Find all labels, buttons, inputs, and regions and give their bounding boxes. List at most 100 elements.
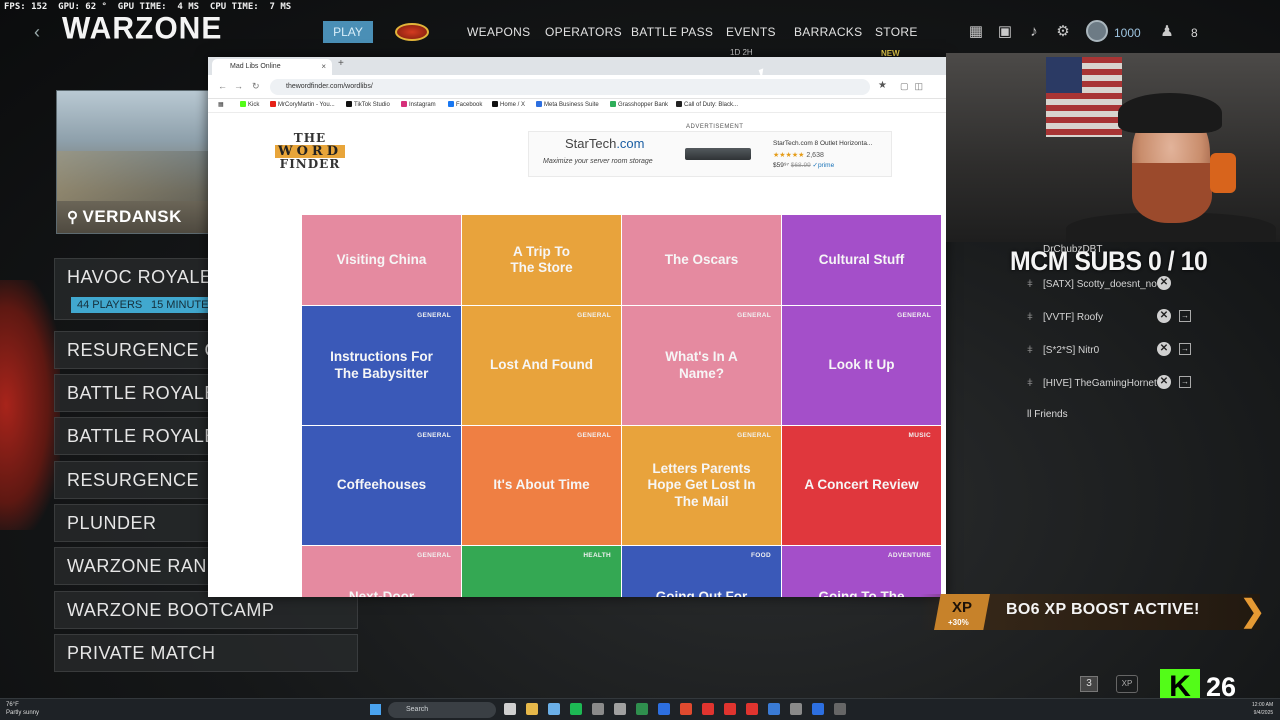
map-label: ⚲ VERDANSK [67,207,182,227]
friend-row[interactable]: ǂ [VVTF] Roofy ✕ → [1027,307,1193,329]
bookmark-star-icon[interactable]: ★ [878,80,887,91]
party-icon[interactable]: ♟ [1158,23,1176,41]
settings-gear-icon[interactable]: ⚙ [1054,23,1072,41]
mode-label: PRIVATE MATCH [67,643,216,663]
map-name: VERDANSK [82,207,182,226]
all-friends-link[interactable]: ll Friends [1027,409,1068,420]
taskbar-app-icon[interactable] [504,703,516,715]
tab-title: Mad Libs Online [230,63,281,70]
tab-store[interactable]: STORE [875,25,918,39]
weather-widget[interactable]: 76°F Partly sunny [6,701,39,717]
bookmark-item[interactable]: Instagram [401,101,436,108]
cod-points-icon[interactable] [1086,20,1108,42]
invite-icon[interactable]: → [1179,376,1191,388]
taskbar-app-icon[interactable] [702,703,714,715]
story-tile[interactable]: Cellular PhonesHEALTH [462,546,621,597]
tab-play[interactable]: PLAY [323,21,373,43]
forward-icon[interactable]: → [234,81,243,91]
story-tile[interactable]: Coffeehouses GENERAL [302,426,461,545]
friend-row[interactable]: ǂ [HIVE] TheGamingHornet ✕ → [1027,373,1193,395]
back-arrow-icon[interactable]: ‹ [26,22,48,42]
story-tile[interactable]: What's In A Name? GENERAL [622,306,781,425]
bookmark-item[interactable]: Home / X [492,101,525,108]
taskbar-app-icon[interactable] [658,703,670,715]
extensions-icon[interactable]: ▢◫ [900,81,929,92]
streamer-hat [1118,93,1222,133]
chevron-right-icon: ❯ [1240,595,1266,628]
story-tile[interactable]: Going To The Movies ADVENTURE [782,546,941,597]
ad-label: ADVERTISEMENT [686,124,744,130]
bookmark-item[interactable]: Kick [240,101,259,108]
new-tab-button[interactable]: + [338,58,344,69]
bookmark-favicon [492,101,498,107]
story-tile[interactable]: Look It Up GENERAL [782,306,941,425]
ad-price: $59⁹⁷ $68.99 ✓prime [773,162,835,169]
story-tile[interactable]: A Concert Review MUSIC [782,426,941,545]
story-tile[interactable]: Letters Parents Hope Get Lost In The Mai… [622,426,781,545]
site-logo[interactable]: THE WORD FINDER [270,132,350,171]
taskbar-app-icon[interactable] [614,703,626,715]
friend-row[interactable]: DrChubzDBT [1027,242,1193,258]
advertisement-banner[interactable]: StarTech.com Maximize your server room s… [528,131,892,177]
bookmark-item[interactable]: Grasshopper Bank [610,101,668,108]
bookmark-item[interactable]: Meta Business Suite [536,101,599,108]
story-tile[interactable]: The Oscars [622,215,781,305]
friend-row[interactable]: ǂ [S*2*S] Nitr0 ✕ → [1027,340,1193,362]
taskbar-app-icon[interactable] [680,703,692,715]
back-icon[interactable]: ← [218,81,227,91]
taskbar-app-icon[interactable] [834,703,846,715]
story-tile[interactable]: It's About Time GENERAL [462,426,621,545]
story-tile[interactable]: A Trip To The Store [462,215,621,305]
tab-events[interactable]: EVENTS [726,25,776,39]
story-tile[interactable]: Instructions For The Babysitter GENERAL [302,306,461,425]
intel-icon[interactable]: ▣ [996,23,1014,41]
grid-menu-icon[interactable]: ▦ [967,23,985,41]
tab-battle-pass[interactable]: BATTLE PASS [631,25,713,39]
friend-row[interactable]: ǂ [SATX] Scotty_doesnt_no ✕ [1027,274,1193,296]
bookmark-item[interactable]: TikTok Studio [346,101,390,108]
windows-start-icon[interactable] [370,704,381,715]
taskbar-app-icon[interactable] [790,703,802,715]
event-badge-icon[interactable] [395,23,429,41]
notification-bell-icon[interactable]: ♪ [1025,23,1043,41]
taskbar-app-icon[interactable] [570,703,582,715]
bookmark-item[interactable]: Call of Duty: Black... [676,101,738,108]
tile-title: Look It Up [828,357,895,373]
browser-tab[interactable]: Mad Libs Online × [212,59,332,75]
cod-points-count: 1000 [1114,26,1141,40]
tab-close-icon[interactable]: × [321,59,326,75]
events-timer: 1D 2H [730,48,753,57]
taskbar-app-icon[interactable] [812,703,824,715]
taskbar-search[interactable]: Search [388,702,496,718]
status-icon: ǂ [1027,312,1033,323]
map-card[interactable]: ⚲ VERDANSK [56,90,210,234]
game-logo: WARZONE [62,11,223,46]
tile-title: Instructions For The Babysitter [330,349,433,381]
players-tag: 44 PLAYERS [71,297,149,313]
story-tile[interactable]: Next-Door Neighbors GENERAL [302,546,461,597]
story-tile[interactable]: Lost And Found GENERAL [462,306,621,425]
tab-weapons[interactable]: WEAPONS [467,25,530,39]
bookmark-item[interactable]: Facebook [448,101,482,108]
taskbar-app-icon[interactable] [746,703,758,715]
taskbar-app-icon[interactable] [526,703,538,715]
bookmark-apps-icon[interactable]: ▦ [218,101,224,108]
taskbar-app-icon[interactable] [636,703,648,715]
taskbar-app-icon[interactable] [548,703,560,715]
taskbar-app-icon[interactable] [592,703,604,715]
system-clock[interactable]: 12:00 AM 9/4/2025 [1252,701,1273,717]
url-input[interactable]: thewordfinder.com/wordlibs/ [270,79,870,95]
invite-icon[interactable]: → [1179,343,1191,355]
tab-barracks[interactable]: BARRACKS [794,25,862,39]
bookmark-favicon [240,101,246,107]
story-tile[interactable]: Cultural Stuff [782,215,941,305]
bookmark-item[interactable]: MrCoryMartin - You... [270,101,335,108]
taskbar-app-icon[interactable] [768,703,780,715]
reload-icon[interactable]: ↻ [252,81,260,92]
taskbar-app-icon[interactable] [724,703,736,715]
story-tile[interactable]: Going Out For Dinner FOOD [622,546,781,597]
tab-operators[interactable]: OPERATORS [545,25,622,39]
story-tile[interactable]: Visiting China [302,215,461,305]
mode-private-match[interactable]: PRIVATE MATCH [54,634,358,672]
invite-icon[interactable]: → [1179,310,1191,322]
